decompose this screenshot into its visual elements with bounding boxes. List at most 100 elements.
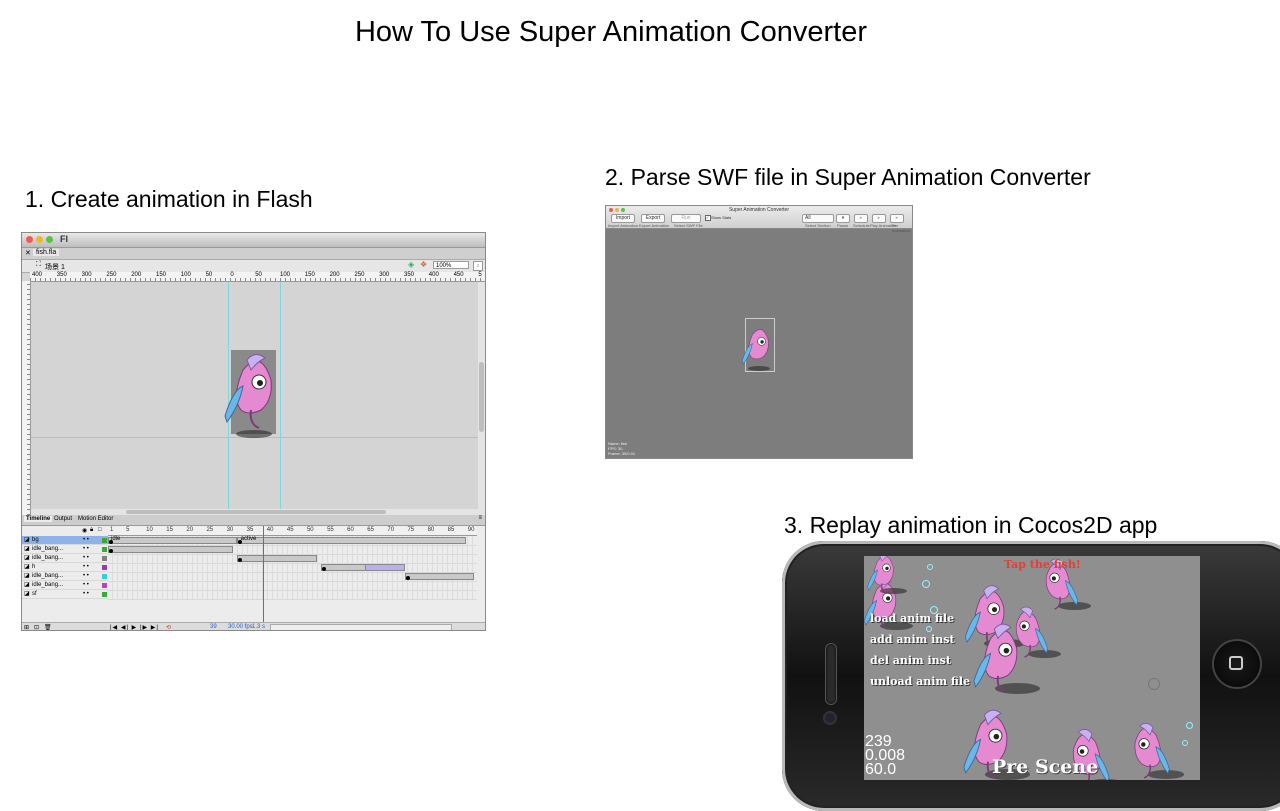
keyframe[interactable]: [237, 558, 242, 562]
layer-toggle-icons[interactable]: • •: [83, 581, 89, 590]
frame-number: 60: [347, 527, 354, 533]
layer-color-swatch[interactable]: [102, 556, 107, 561]
timeline-layer[interactable]: ◪ idle_bang... • •: [22, 572, 108, 581]
timeline-layer[interactable]: ◪ idle_bang... • •: [22, 581, 108, 590]
keyframe[interactable]: [406, 576, 411, 580]
zoom-dropdown-icon[interactable]: ↕: [473, 261, 483, 271]
schedule-button[interactable]: ▸: [854, 214, 868, 223]
ruler-label: 350: [56, 272, 67, 278]
layer-color-swatch[interactable]: [102, 538, 107, 543]
frame-span[interactable]: [108, 546, 233, 553]
menu-del-anim-inst[interactable]: del anim inst: [870, 654, 951, 667]
timeline-layer[interactable]: ◪ sf • •: [22, 590, 108, 599]
current-frame[interactable]: 39: [210, 624, 217, 630]
close-button[interactable]: [26, 236, 33, 243]
layer-toggle-icons[interactable]: • •: [83, 554, 89, 563]
zoom-button[interactable]: [46, 236, 53, 243]
ruler-label: 5: [478, 272, 482, 278]
minimize-button[interactable]: [36, 236, 43, 243]
menu-add-anim-inst[interactable]: add anim inst: [870, 633, 955, 646]
cocos2d-screen[interactable]: Tap the fish! load anim file add anim in…: [864, 556, 1200, 780]
tab-motion-editor[interactable]: Motion Editor: [76, 516, 115, 522]
close-tab-icon[interactable]: ✕: [25, 249, 31, 257]
ruler-label: 300: [81, 272, 92, 278]
run-button[interactable]: Run: [671, 214, 701, 223]
layer-toggle-icons[interactable]: • •: [83, 590, 89, 599]
timeline-layer[interactable]: ◪ idle_bang... • •: [22, 554, 108, 563]
panel-menu-icon[interactable]: ≡: [478, 515, 482, 521]
layer-color-swatch[interactable]: [102, 565, 107, 570]
info-frame: Frame: 39/0.01: [608, 451, 636, 456]
layer-toggle-icons[interactable]: • •: [83, 545, 89, 554]
import-button[interactable]: Import: [611, 214, 635, 223]
layer-toggle-icons[interactable]: • •: [83, 536, 89, 545]
frame-number: 10: [146, 527, 153, 533]
new-folder-icon[interactable]: ⊡: [34, 624, 39, 630]
scroll-thumb[interactable]: [126, 510, 386, 514]
layer-color-swatch[interactable]: [102, 547, 107, 552]
vertical-scrollbar[interactable]: [478, 282, 485, 515]
ruler-label: 100: [280, 272, 291, 278]
keyframe[interactable]: [322, 567, 327, 571]
timeline-hscroll[interactable]: [270, 624, 452, 630]
layer-track[interactable]: [108, 590, 477, 600]
new-layer-icon[interactable]: ⊞: [24, 624, 29, 630]
layer-color-swatch[interactable]: [102, 592, 107, 597]
ruler-label: 150: [304, 272, 315, 278]
frame-span[interactable]: [236, 555, 318, 562]
motion-tween[interactable]: [365, 564, 406, 571]
section-select[interactable]: All: [802, 214, 834, 223]
layer-icon: ◪: [24, 564, 30, 570]
bubble: [1186, 722, 1193, 729]
fish-icon[interactable]: [864, 556, 900, 597]
frame-span[interactable]: [236, 537, 466, 544]
frame-span[interactable]: [108, 537, 237, 544]
menu-unload-anim-file[interactable]: unload anim file: [870, 675, 970, 688]
keyframe[interactable]: [109, 549, 113, 553]
eye-icon[interactable]: ◉: [82, 527, 87, 534]
frame-number: 70: [387, 527, 395, 533]
frame-span[interactable]: [405, 573, 474, 580]
tab-output[interactable]: Output: [52, 516, 74, 522]
frame-number: 20: [186, 527, 194, 533]
pre-scene-button[interactable]: Pre Scene: [992, 756, 1098, 778]
flash-stage[interactable]: [31, 282, 479, 515]
layer-color-swatch[interactable]: [102, 583, 107, 588]
timeline-layer[interactable]: ◪ h • •: [22, 563, 108, 572]
step-3-label: 3. Replay animation in Cocos2D app: [784, 512, 1158, 538]
ruler-label: 150: [156, 272, 167, 278]
loop-icon[interactable]: ⟲: [166, 624, 171, 630]
playhead[interactable]: [262, 526, 264, 630]
timeline-layer[interactable]: ◪ idle_bang... • •: [22, 545, 108, 554]
document-tab[interactable]: fish.fla: [33, 249, 60, 256]
menu-load-anim-file[interactable]: load anim file: [870, 612, 954, 625]
layer-name: idle_bang...: [32, 582, 64, 588]
pause-button[interactable]: ⏸: [836, 214, 850, 223]
delete-layer-icon[interactable]: 🗑︎: [44, 624, 52, 630]
edit-symbols-icon[interactable]: ◈: [408, 260, 414, 269]
playback-controls[interactable]: |◀ ◀| ▶ |▶ ▶|: [110, 624, 159, 630]
export-button[interactable]: Export: [641, 214, 665, 223]
edit-scene-icon[interactable]: ❖: [420, 260, 427, 269]
timeline-layer[interactable]: ◪ bg • •: [22, 536, 108, 545]
home-button[interactable]: [1214, 641, 1260, 687]
zoom-field[interactable]: 100%: [433, 261, 469, 269]
fish-icon[interactable]: [1126, 720, 1174, 780]
play-anim-button[interactable]: ▸: [872, 214, 886, 223]
fish-symbol[interactable]: [224, 350, 276, 434]
tab-timeline[interactable]: Timeline: [24, 516, 53, 522]
per-anim-button[interactable]: ▸: [890, 214, 904, 223]
scroll-thumb[interactable]: [479, 362, 484, 432]
layer-color-swatch[interactable]: [102, 574, 107, 579]
lock-icon[interactable]: 🔒︎: [90, 527, 93, 534]
frame-rate[interactable]: 30.00 fps: [228, 624, 253, 630]
fish-icon[interactable]: [1008, 604, 1052, 661]
vertical-ruler: [22, 281, 31, 515]
frame-number: 40: [266, 527, 274, 533]
outline-icon[interactable]: □: [98, 527, 102, 533]
layer-toggle-icons[interactable]: • •: [83, 563, 89, 572]
toolbar-label: Export Animation: [639, 223, 670, 228]
front-camera: [825, 713, 835, 723]
scene-name[interactable]: 场景 1: [45, 262, 65, 272]
layer-toggle-icons[interactable]: • •: [83, 572, 89, 581]
